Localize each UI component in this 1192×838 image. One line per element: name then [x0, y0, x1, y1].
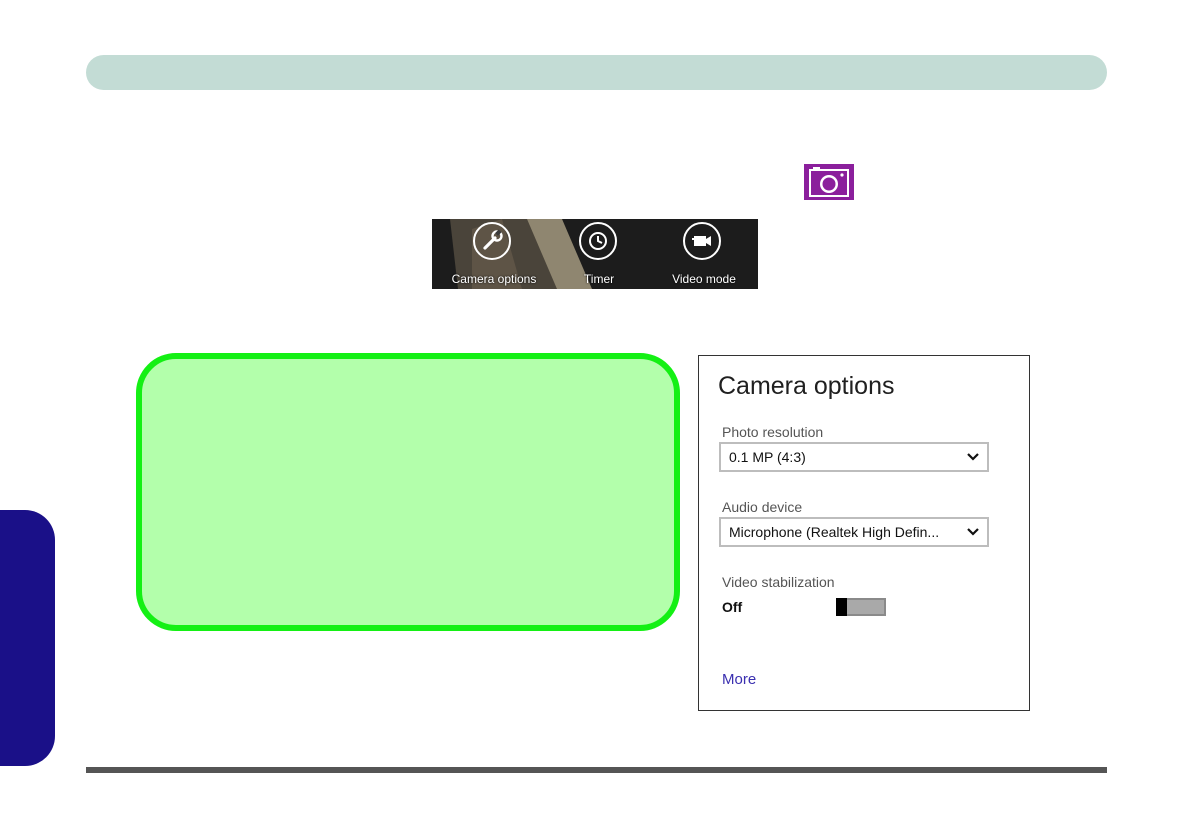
video-stabilization-label: Video stabilization — [722, 574, 835, 590]
wrench-icon — [473, 222, 511, 260]
side-chapter-tab — [0, 510, 55, 766]
timer-button[interactable]: Timer — [572, 219, 626, 289]
video-camera-icon — [683, 222, 721, 260]
camera-options-button[interactable]: Camera options — [446, 219, 542, 289]
audio-device-value: Microphone (Realtek High Defin... — [729, 524, 940, 540]
footer-divider — [86, 767, 1107, 773]
timer-label: Timer — [583, 272, 615, 286]
camera-app-bar: Camera options Timer Video mode — [432, 219, 758, 289]
note-box — [136, 353, 680, 631]
more-link[interactable]: More — [722, 671, 756, 688]
panel-title: Camera options — [718, 372, 895, 400]
header-bar — [86, 55, 1107, 90]
photo-resolution-value: 0.1 MP (4:3) — [729, 449, 806, 465]
camera-options-label: Camera options — [451, 272, 537, 286]
clock-icon — [579, 222, 617, 260]
photo-resolution-label: Photo resolution — [722, 424, 824, 440]
camera-icon — [804, 164, 854, 200]
camera-options-panel: Camera options Photo resolution 0.1 MP (… — [698, 355, 1030, 711]
photo-resolution-select[interactable]: 0.1 MP (4:3) — [719, 442, 989, 472]
video-mode-label: Video mode — [672, 272, 736, 286]
audio-device-label: Audio device — [722, 499, 803, 515]
toggle-thumb — [836, 598, 847, 616]
video-mode-button[interactable]: Video mode — [664, 219, 744, 289]
video-stabilization-state: Off — [722, 599, 743, 615]
video-stabilization-toggle[interactable] — [836, 598, 886, 616]
chevron-down-icon — [967, 453, 979, 461]
chevron-down-icon — [967, 528, 979, 536]
audio-device-select[interactable]: Microphone (Realtek High Defin... — [719, 517, 989, 547]
